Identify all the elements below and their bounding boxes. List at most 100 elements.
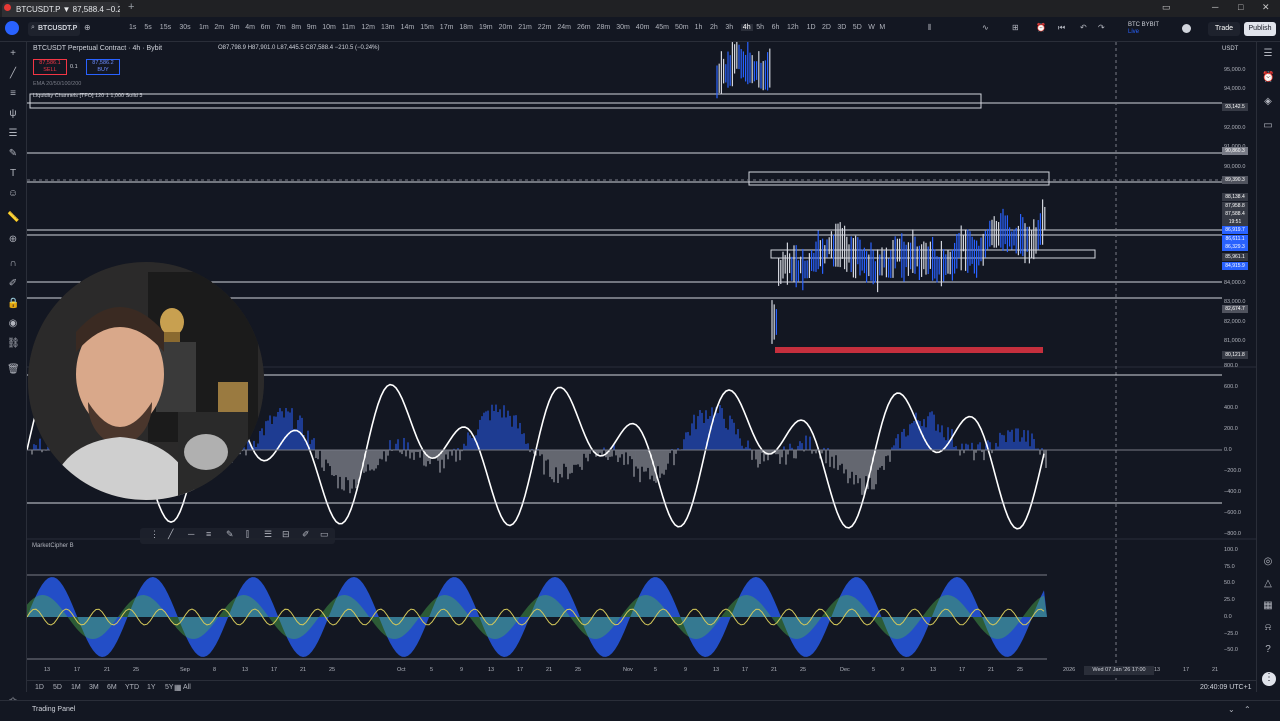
range-1Y[interactable]: 1Y xyxy=(147,684,156,691)
timeframe-40m[interactable]: 40m xyxy=(636,24,650,31)
line-tool-icon[interactable]: ╱ xyxy=(168,529,173,540)
broker-selector[interactable]: BTC BYBIT Live xyxy=(1128,22,1159,36)
eye-icon[interactable]: ◉ xyxy=(7,318,19,330)
timeframe-5s[interactable]: 5s xyxy=(144,24,151,31)
timeframe-5D[interactable]: 5D xyxy=(853,24,862,31)
link-icon[interactable]: ⛓ xyxy=(7,338,20,350)
layers-icon[interactable]: ◈ xyxy=(1262,96,1274,108)
timeframe-20m[interactable]: 20m xyxy=(499,24,513,31)
fib-icon[interactable]: ☰ xyxy=(7,128,19,140)
timeframe-3h[interactable]: 3h xyxy=(725,24,733,31)
emoji-icon[interactable]: ☺ xyxy=(7,188,19,200)
chart-type-icon[interactable]: ⫴ xyxy=(928,23,931,33)
target-icon[interactable]: ◎ xyxy=(1262,556,1274,568)
compare-icon[interactable]: ⊕ xyxy=(84,23,91,32)
bell-icon[interactable]: ⍾ xyxy=(1262,622,1274,634)
text-icon[interactable]: T xyxy=(7,168,19,180)
timeframe-2m[interactable]: 2m xyxy=(214,24,224,31)
timeframe-M[interactable]: M xyxy=(879,24,885,31)
timeframe-21m[interactable]: 21m xyxy=(518,24,532,31)
drag-handle-icon[interactable]: ⋮ xyxy=(150,529,159,540)
timeframe-26m[interactable]: 26m xyxy=(577,24,591,31)
buy-button[interactable]: 87,586.2 BUY xyxy=(86,59,120,75)
timeframe-8m[interactable]: 8m xyxy=(291,24,301,31)
pitchfork-icon[interactable]: ψ xyxy=(7,108,19,120)
timeframe-3D[interactable]: 3D xyxy=(837,24,846,31)
maximize-panel-icon[interactable]: ⌃ xyxy=(1244,705,1251,714)
indicator-legend[interactable]: Liquidity Channels [TFO] 120 1 1,000 Sol… xyxy=(33,93,142,99)
horizontal-lines-icon[interactable]: ≡ xyxy=(7,88,19,100)
timeframe-6h[interactable]: 6h xyxy=(772,24,780,31)
sell-button[interactable]: 87,586.1 SELL xyxy=(33,59,67,75)
timeframe-7m[interactable]: 7m xyxy=(276,24,286,31)
range-1M[interactable]: 1M xyxy=(71,684,81,691)
timeframe-1D[interactable]: 1D xyxy=(807,24,816,31)
timeframe-14m[interactable]: 14m xyxy=(401,24,415,31)
timeframe-5h[interactable]: 5h xyxy=(756,24,764,31)
timeframe-3m[interactable]: 3m xyxy=(230,24,240,31)
ema-legend[interactable]: EMA 20/50/100/200 xyxy=(33,81,81,87)
trade-button[interactable]: Trade xyxy=(1208,22,1240,36)
brush-icon[interactable]: ✎ xyxy=(7,148,19,160)
redo-icon[interactable]: ↷ xyxy=(1098,23,1105,32)
alert-icon[interactable]: ⏰ xyxy=(1036,23,1046,32)
timeframe-15m[interactable]: 15m xyxy=(420,24,434,31)
timeframe-17m[interactable]: 17m xyxy=(440,24,454,31)
timeframe-1m[interactable]: 1m xyxy=(199,24,209,31)
timeframe-9m[interactable]: 9m xyxy=(307,24,317,31)
browser-tab[interactable]: BTCUSDT.P ▼ 87,588.4 −0.28% xyxy=(2,2,120,17)
gann-icon[interactable]: ☰ xyxy=(264,529,272,540)
lock-icon[interactable]: 🔒 xyxy=(7,298,19,310)
stay-drawing-icon[interactable]: ✐ xyxy=(7,278,19,290)
trading-panel-tab[interactable]: Trading Panel xyxy=(32,706,75,713)
chat-icon[interactable]: ▭ xyxy=(1262,120,1274,132)
timeframe-15s[interactable]: 15s xyxy=(160,24,171,31)
timeframe-6m[interactable]: 6m xyxy=(261,24,271,31)
timeframe-12h[interactable]: 12h xyxy=(787,24,799,31)
timeframe-50m[interactable]: 50m xyxy=(675,24,689,31)
range-3M[interactable]: 3M xyxy=(89,684,99,691)
timeframe-18m[interactable]: 18m xyxy=(459,24,473,31)
ray-tool-icon[interactable]: ─ xyxy=(188,529,194,539)
timeframe-24m[interactable]: 24m xyxy=(557,24,571,31)
maximize-icon[interactable]: □ xyxy=(1238,2,1243,12)
magnet-icon[interactable]: ∩ xyxy=(7,258,19,270)
zoom-icon[interactable]: ⊕ xyxy=(7,234,19,246)
range-5D[interactable]: 5D xyxy=(53,684,62,691)
user-avatar-icon[interactable] xyxy=(5,21,19,35)
chart-title[interactable]: BTCUSDT Perpetual Contract · 4h · Bybit xyxy=(33,45,162,52)
triangle-icon[interactable]: △ xyxy=(1262,578,1274,590)
timeframe-22m[interactable]: 22m xyxy=(538,24,552,31)
timeframe-11m[interactable]: 11m xyxy=(342,24,355,31)
watchlist-icon[interactable]: ☰ xyxy=(1262,48,1274,60)
timeframe-13m[interactable]: 13m xyxy=(381,24,395,31)
range-1D[interactable]: 1D xyxy=(35,684,44,691)
layout-icon[interactable]: ⊞ xyxy=(1012,23,1019,32)
parallel-channel-icon[interactable]: ≡ xyxy=(206,529,211,539)
minimize-panel-icon[interactable]: ⌄ xyxy=(1228,705,1235,714)
timeframe-2D[interactable]: 2D xyxy=(822,24,831,31)
date-range-icon[interactable]: ▦ xyxy=(174,683,182,692)
publish-button[interactable]: Publish xyxy=(1244,22,1276,36)
account-avatar[interactable] xyxy=(1182,24,1191,33)
rectangle-tool-icon[interactable]: ▭ xyxy=(320,529,329,540)
timeframe-2h[interactable]: 2h xyxy=(710,24,718,31)
timeframe-10m[interactable]: 10m xyxy=(322,24,336,31)
timeframe-30m[interactable]: 30m xyxy=(616,24,630,31)
crosshair-icon[interactable]: + xyxy=(7,48,19,60)
close-icon[interactable]: ✕ xyxy=(1262,2,1270,13)
timeframe-30s[interactable]: 30s xyxy=(179,24,190,31)
ruler-icon[interactable]: 📏 xyxy=(7,212,19,224)
timeframe-4h[interactable]: 4h xyxy=(740,24,753,31)
replay-icon[interactable]: ⏮ xyxy=(1058,23,1065,33)
pen-tool-icon[interactable]: ✎ xyxy=(226,529,234,540)
alerts-icon[interactable]: ⏰ xyxy=(1262,72,1274,84)
timeframe-1h[interactable]: 1h xyxy=(695,24,703,31)
timeframe-12m[interactable]: 12m xyxy=(361,24,375,31)
trend-line-icon[interactable]: ╱ xyxy=(7,68,19,80)
new-tab-button[interactable]: + xyxy=(128,1,134,13)
timeframe-1s[interactable]: 1s xyxy=(129,24,136,31)
pattern-icon[interactable]: ⊟ xyxy=(282,529,290,540)
timeframe-W[interactable]: W xyxy=(868,24,875,31)
range-5Y[interactable]: 5Y xyxy=(165,684,174,691)
